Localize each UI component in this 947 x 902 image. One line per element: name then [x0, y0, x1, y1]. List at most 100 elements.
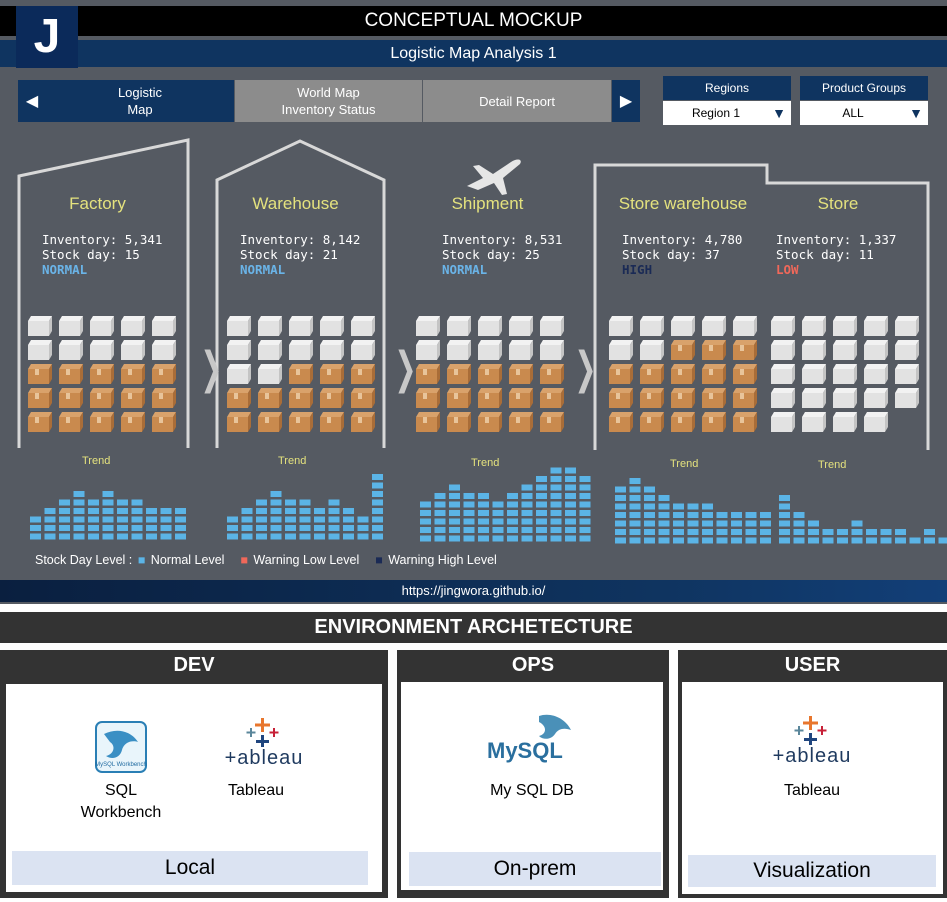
trend-bar-segment [658, 537, 670, 544]
empty-box-icon [833, 364, 857, 384]
trend-bar-segment [644, 495, 655, 501]
trend-bar-segment [550, 476, 562, 482]
trend-bar-segment [175, 533, 186, 540]
trend-bar-segment [779, 520, 790, 527]
trend-bar-segment [372, 525, 383, 531]
cardboard-box-icon [478, 388, 502, 408]
cardboard-box-icon [28, 412, 52, 432]
empty-box-icon [28, 316, 52, 336]
trend-bar-segment [779, 495, 790, 501]
trend-bar-segment [44, 508, 56, 514]
trend-bar-segment [160, 533, 172, 540]
trend-bar-segment [521, 501, 533, 508]
trend-bar-segment [550, 467, 562, 474]
trend-bar-segment [117, 525, 128, 531]
empty-box-icon [895, 340, 919, 360]
trend-bar-segment [270, 533, 282, 540]
cardboard-box-icon [416, 364, 440, 384]
empty-box-icon [121, 340, 145, 360]
trend-bar-segment [299, 533, 311, 540]
trend-bar-segment [851, 537, 863, 544]
dashboard-mockup: CONCEPTUAL MOCKUP Logistic Map Analysis … [0, 0, 947, 604]
trend-bar-segment [760, 529, 771, 535]
trend-bar-segment [565, 493, 576, 499]
trend-bar-segment [579, 510, 591, 516]
trend-bar-segment [343, 516, 354, 523]
trend-bar-segment [357, 516, 369, 523]
trend-bar-segment [673, 503, 684, 510]
trend-bar-segment [702, 520, 713, 527]
trend-bar-segment [644, 537, 655, 544]
empty-box-icon [771, 364, 795, 384]
trend-bar-segment [73, 491, 85, 497]
mysql-workbench-logo-icon: MySQL Workbench [95, 721, 147, 773]
trend-bar-segment [241, 525, 253, 531]
trend-bar-segment [745, 537, 757, 544]
trend-bar-segment [285, 499, 296, 506]
empty-box-icon [509, 316, 533, 336]
trend-bar-segment [328, 533, 340, 540]
dev-panel-title: DEV [173, 654, 215, 676]
dev-panel-body: MySQL Workbench +ableau SQL Workbench Ta… [6, 684, 382, 892]
trend-bar-segment [673, 529, 684, 535]
empty-box-icon [416, 316, 440, 336]
mysql-logo-icon: MySQL [487, 714, 571, 763]
cardboard-box-icon [59, 388, 83, 408]
trend-bar-segment [716, 512, 728, 518]
trend-bar-segment [716, 529, 728, 535]
empty-box-icon [771, 388, 795, 408]
trend-bar-segment [478, 518, 489, 525]
empty-box-icon [289, 340, 313, 360]
cardboard-box-icon [227, 412, 251, 432]
trend-bar-segment [117, 508, 128, 514]
trend-bar-segment [760, 537, 771, 544]
empty-box-icon [702, 316, 726, 336]
trend-bar-segment [270, 516, 282, 523]
trend-bar-segment [270, 525, 282, 531]
trend-bar-segment [779, 537, 790, 544]
empty-box-icon [152, 340, 176, 360]
trend-bar-segment [658, 495, 670, 501]
trend-bar-segment [59, 533, 70, 540]
empty-box-icon [540, 340, 564, 360]
empty-box-icon [833, 412, 857, 432]
empty-box-icon [864, 412, 888, 432]
user-panel-body: +ableau Tableau Visualization [682, 682, 943, 894]
trend-bar-segment [615, 503, 626, 510]
trend-bar-segment [160, 525, 172, 531]
trend-bar-segment [59, 516, 70, 523]
trend-bar-segment [507, 518, 518, 525]
mysql-logo-text: MySQL [487, 738, 563, 763]
cardboard-box-icon [733, 412, 757, 432]
cardboard-box-icon [320, 412, 344, 432]
trend-bar-segment [550, 484, 562, 491]
trend-bar-segment [44, 516, 56, 523]
ops-panel-title: OPS [511, 654, 555, 676]
trend-bar-segment [731, 520, 742, 527]
trend-bar-segment [343, 533, 354, 540]
trend-bar-segment [88, 516, 99, 523]
trend-bar-segment [579, 484, 591, 491]
empty-box-icon [478, 340, 502, 360]
trend-bar-segment [507, 510, 518, 516]
trend-bar-segment [30, 516, 41, 523]
trend-bar-segment [73, 516, 85, 523]
empty-box-icon [258, 364, 282, 384]
trend-bar-segment [615, 537, 626, 544]
tableau-logo-icon: +ableau [225, 718, 302, 768]
cardboard-box-icon [540, 412, 564, 432]
trend-bar-segment [644, 520, 655, 527]
trend-bar-segment [102, 516, 114, 523]
empty-box-icon [152, 316, 176, 336]
legend-warning-low-swatch: ■ [240, 553, 248, 567]
trend-bar-segment [270, 499, 282, 506]
trend-bar-segment [449, 527, 460, 533]
footer-url-link[interactable]: https://jingwora.github.io/ [402, 583, 546, 598]
trend-bar-segment [673, 537, 684, 544]
trend-bar-segment [285, 516, 296, 523]
trend-bar-segment [420, 518, 431, 525]
trend-bar-segment [160, 516, 172, 523]
empty-box-icon [289, 316, 313, 336]
trend-bar-segment [924, 537, 935, 544]
trend-bar-segment [420, 510, 431, 516]
